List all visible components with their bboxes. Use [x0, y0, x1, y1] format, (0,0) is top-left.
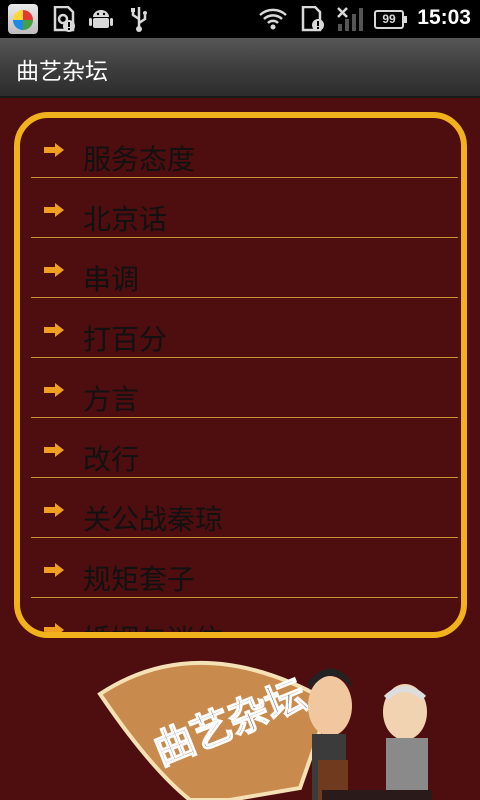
performer-left [308, 668, 352, 800]
menu-item-label: 方言 [83, 383, 140, 416]
battery-icon: 99 [374, 10, 407, 29]
android-debug-icon [88, 5, 114, 33]
menu-item-label: 婚姻与迷信 [83, 618, 223, 632]
menu-item-2[interactable]: 串调 [31, 238, 458, 298]
arrow-right-icon [44, 443, 64, 457]
menu-item-4[interactable]: 方言 [31, 358, 458, 418]
arrow-right-icon [44, 383, 64, 397]
menu-item-label: 规矩套子 [83, 563, 196, 596]
status-bar: 99 15:03 [0, 0, 480, 38]
arrow-right-icon [44, 323, 64, 337]
app-store-icon [8, 4, 38, 34]
menu-item-8[interactable]: 婚姻与迷信 [31, 598, 458, 632]
arrow-right-icon [44, 623, 64, 632]
sd-card-alert-icon [52, 5, 76, 33]
menu-item-label: 改行 [83, 443, 140, 476]
arrow-right-icon [44, 143, 64, 157]
menu-item-3[interactable]: 打百分 [31, 298, 458, 358]
menu-item-label: 服务态度 [83, 143, 196, 176]
menu-item-1[interactable]: 北京话 [31, 178, 458, 238]
clock: 15:03 [417, 6, 471, 29]
arrow-right-icon [44, 503, 64, 517]
wifi-icon [258, 5, 288, 33]
no-signal-icon [336, 5, 364, 33]
menu-item-7[interactable]: 规矩套子 [31, 538, 458, 598]
arrow-right-icon [44, 563, 64, 577]
usb-icon [128, 5, 150, 33]
sim-alert-icon [300, 5, 326, 33]
banner-illustration: 曲艺杂坛 [97, 660, 432, 800]
menu-item-0[interactable]: 服务态度 [31, 118, 458, 178]
menu-item-label: 关公战秦琼 [83, 503, 224, 536]
arrow-right-icon [44, 203, 64, 217]
menu-item-label: 打百分 [83, 323, 168, 356]
menu-item-label: 串调 [83, 263, 140, 296]
arrow-right-icon [44, 263, 64, 277]
menu-item-label: 北京话 [83, 203, 168, 236]
title-bar: 曲艺杂坛 [0, 38, 480, 98]
performer-right [383, 684, 428, 800]
menu-frame: 服务态度 北京话 串调 打百分 方言 改行 关公战秦琼 规矩套子 [14, 112, 467, 638]
page-title: 曲艺杂坛 [16, 59, 108, 85]
menu-list: 服务态度 北京话 串调 打百分 方言 改行 关公战秦琼 规矩套子 [31, 118, 458, 632]
menu-item-5[interactable]: 改行 [31, 418, 458, 478]
menu-item-6[interactable]: 关公战秦琼 [31, 478, 458, 538]
